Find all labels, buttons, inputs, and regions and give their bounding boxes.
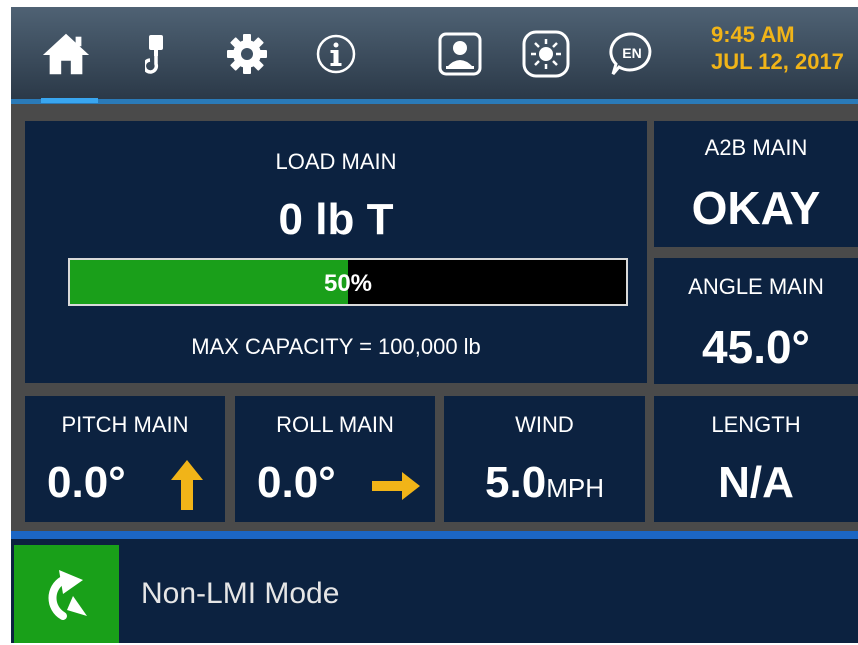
mode-toggle-button[interactable] bbox=[14, 545, 119, 643]
length-value: N/A bbox=[718, 458, 794, 507]
gear-icon[interactable] bbox=[222, 29, 272, 79]
wind-unit: MPH bbox=[546, 473, 604, 503]
max-capacity: MAX CAPACITY = 100,000 lb bbox=[191, 334, 481, 359]
load-progress-bar: 50% bbox=[68, 258, 628, 306]
user-badge-icon[interactable] bbox=[435, 29, 485, 79]
pitch-value: 0.0° bbox=[47, 458, 126, 507]
a2b-value: OKAY bbox=[691, 182, 821, 234]
mode-footer: Non-LMI Mode bbox=[11, 539, 858, 643]
angle-label: ANGLE MAIN bbox=[688, 274, 824, 299]
roll-panel: ROLL MAIN 0.0° bbox=[235, 396, 435, 522]
language-icon[interactable]: EN bbox=[607, 29, 657, 79]
top-divider bbox=[11, 99, 858, 104]
load-percent: 50% bbox=[323, 270, 373, 297]
length-panel: LENGTH N/A bbox=[654, 396, 858, 522]
a2b-panel: A2B MAIN OKAY bbox=[654, 121, 858, 247]
top-bar: EN 9:45 AM JUL 12, 2017 bbox=[11, 7, 858, 99]
a2b-label: A2B MAIN bbox=[704, 135, 808, 160]
length-label: LENGTH bbox=[711, 412, 801, 437]
bottom-divider bbox=[11, 531, 858, 539]
crane-display: EN 9:45 AM JUL 12, 2017 LOAD MAIN 0 lb T… bbox=[11, 7, 858, 643]
roll-label: ROLL MAIN bbox=[276, 412, 394, 437]
load-label: LOAD MAIN bbox=[275, 149, 397, 174]
brightness-icon[interactable] bbox=[521, 29, 571, 79]
crane-hook-icon[interactable] bbox=[133, 29, 183, 79]
home-icon[interactable] bbox=[41, 29, 91, 79]
wind-value: 5.0 bbox=[485, 458, 547, 507]
wind-reading: 5.0MPH bbox=[444, 458, 645, 508]
angle-value: 45.0° bbox=[702, 321, 810, 373]
clock-date: JUL 12, 2017 bbox=[711, 49, 844, 74]
info-icon[interactable] bbox=[311, 29, 361, 79]
wind-panel: WIND 5.0MPH bbox=[444, 396, 645, 522]
active-tab-indicator bbox=[41, 98, 98, 103]
turn-left-arrow-icon bbox=[48, 570, 87, 620]
language-label: EN bbox=[622, 45, 641, 61]
mode-label: Non-LMI Mode bbox=[141, 577, 340, 610]
wind-label: WIND bbox=[515, 412, 574, 437]
datetime: 9:45 AM JUL 12, 2017 bbox=[711, 21, 844, 75]
pitch-label: PITCH MAIN bbox=[61, 412, 189, 437]
roll-value: 0.0° bbox=[257, 458, 336, 507]
clock-time: 9:45 AM bbox=[711, 22, 795, 47]
angle-panel: ANGLE MAIN 45.0° bbox=[654, 258, 858, 384]
pitch-panel: PITCH MAIN 0.0° bbox=[25, 396, 225, 522]
arrow-up-icon bbox=[171, 460, 203, 515]
arrow-right-icon bbox=[372, 472, 420, 505]
load-panel: LOAD MAIN 0 lb T 50% MAX CAPACITY = 100,… bbox=[25, 121, 647, 383]
load-value: 0 lb T bbox=[278, 195, 394, 244]
